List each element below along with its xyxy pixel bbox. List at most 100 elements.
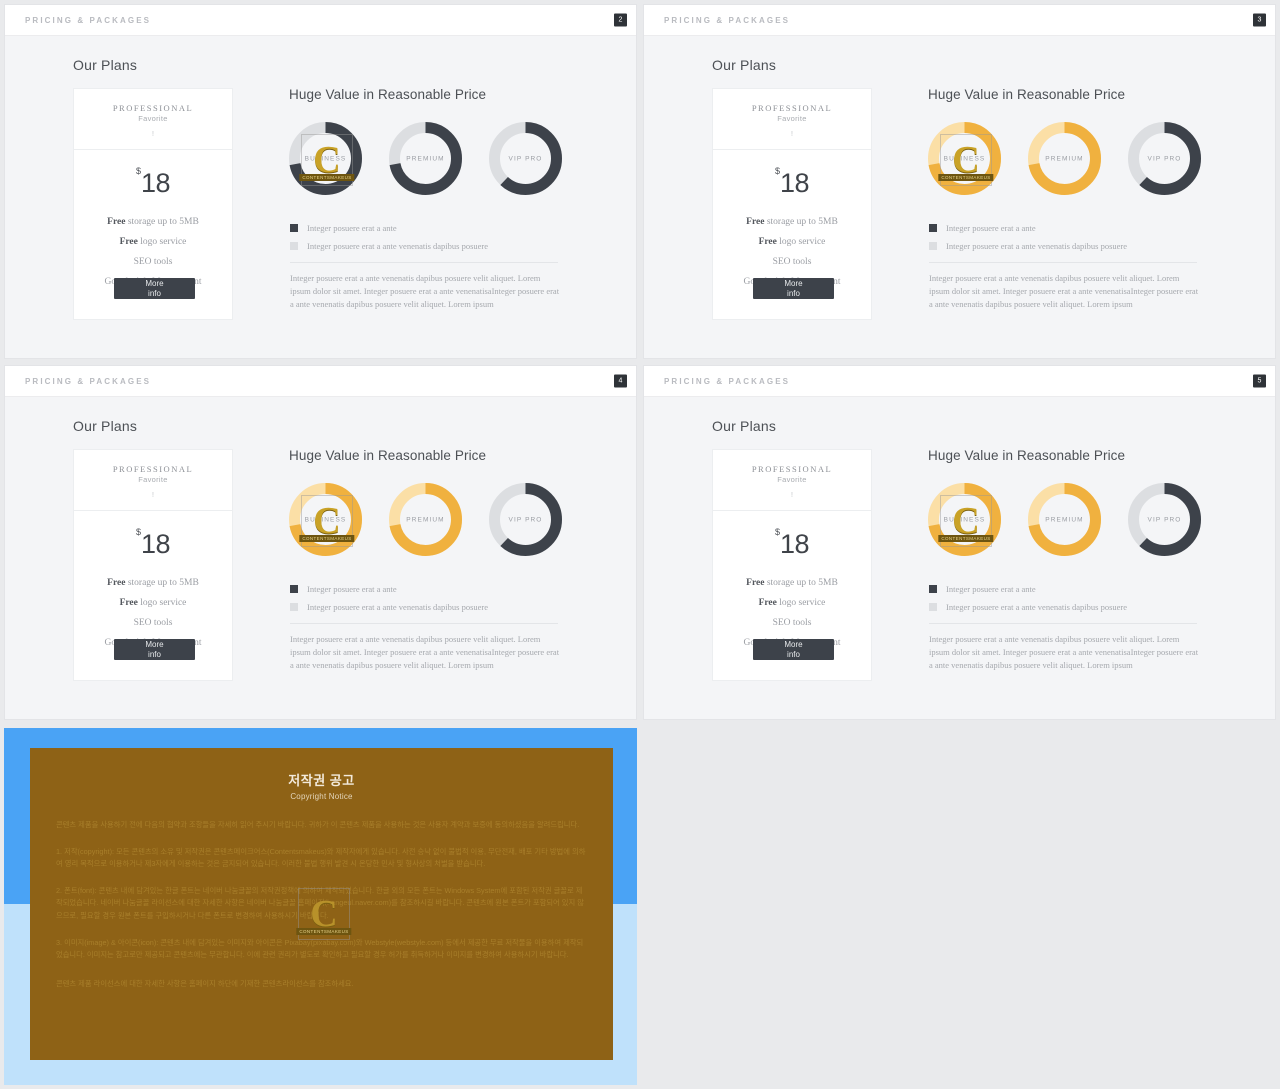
- pricing-card[interactable]: PROFESSIONAL Favorite ! $18 Free storage…: [712, 88, 872, 320]
- price-block: $18: [74, 511, 232, 560]
- panel-title: PRICING & PACKAGES: [25, 376, 152, 386]
- more-info-line2: info: [148, 649, 161, 659]
- more-info-button[interactable]: More info: [753, 639, 834, 660]
- donut-chart-premium[interactable]: PREMIUM: [383, 116, 468, 201]
- donut-chart-group: BUSINESS PREMIUM VIP PRO: [283, 477, 568, 562]
- copyright-subtitle: Copyright Notice: [290, 792, 353, 801]
- feature-item: SEO tools: [772, 618, 812, 628]
- feature-item: Free storage up to 5MB: [746, 217, 838, 227]
- slide-number-badge: 3: [1253, 13, 1266, 27]
- slide-panel-4[interactable]: PRICING & PACKAGES 4 Our Plans PROFESSIO…: [4, 365, 637, 720]
- donut-chart-vip-pro[interactable]: VIP PRO: [483, 116, 568, 201]
- more-info-line1: More: [784, 279, 803, 288]
- donut-chart-business[interactable]: BUSINESS: [922, 116, 1007, 201]
- copyright-last-line: 콘텐츠 제품 라이선스에 대한 자세한 사항은 홈페이지 하단에 기재한 콘텐츠…: [56, 978, 354, 988]
- donut-label: VIP PRO: [1147, 155, 1182, 162]
- slide-number-badge: 5: [1253, 374, 1266, 388]
- description-paragraph: Integer posuere erat a ante venenatis da…: [929, 634, 1199, 670]
- donut-chart-premium[interactable]: PREMIUM: [1022, 116, 1107, 201]
- panel-title: PRICING & PACKAGES: [25, 15, 152, 25]
- feature-list: Free storage up to 5MB Free logo service S…: [713, 217, 871, 287]
- feature-list: Free storage up to 5MB Free logo service S…: [713, 578, 871, 648]
- donut-chart-business[interactable]: BUSINESS: [283, 116, 368, 201]
- legend-label: Integer posuere erat a ante: [307, 584, 397, 594]
- donut-chart-business[interactable]: BUSINESS: [922, 477, 1007, 562]
- slide-panel-5[interactable]: PRICING & PACKAGES 5 Our Plans PROFESSIO…: [643, 365, 1276, 720]
- feature-item: Free storage up to 5MB: [107, 578, 199, 588]
- feature-item: Free storage up to 5MB: [107, 217, 199, 227]
- legend-row: Integer posuere erat a ante: [929, 223, 1127, 233]
- donut-label: BUSINESS: [943, 155, 986, 162]
- feature-strong: Free: [746, 578, 765, 588]
- price-block: $18: [74, 150, 232, 199]
- donut-chart-premium[interactable]: PREMIUM: [1022, 477, 1107, 562]
- legend-label: Integer posuere erat a ante venenatis da…: [946, 241, 1128, 251]
- slide-body: Our Plans PROFESSIONAL Favorite ! $18 Fr…: [5, 397, 636, 719]
- slide-number-badge: 2: [614, 13, 627, 27]
- donut-chart-vip-pro[interactable]: VIP PRO: [1122, 477, 1207, 562]
- our-plans-heading: Our Plans: [73, 418, 138, 434]
- panel-header: PRICING & PACKAGES 2: [5, 5, 636, 36]
- donut-label: VIP PRO: [508, 155, 543, 162]
- donut-label: BUSINESS: [943, 516, 986, 523]
- pricing-card[interactable]: PROFESSIONAL Favorite ! $18 Free storage…: [73, 449, 233, 681]
- copyright-lead: 콘텐츠 제품을 사용하기 전에 다음의 협약과 조항들을 자세히 읽어 주시기 …: [56, 820, 580, 829]
- donut-chart-vip-pro[interactable]: VIP PRO: [1122, 116, 1207, 201]
- feature-strong: Free: [107, 578, 126, 588]
- copyright-title: 저작권 공고: [288, 773, 355, 788]
- pricing-card[interactable]: PROFESSIONAL Favorite ! $18 Free storage…: [73, 88, 233, 320]
- plan-favorite-label: Favorite: [777, 114, 807, 123]
- more-info-button[interactable]: More info: [753, 278, 834, 299]
- copyright-item-1: 1. 저작(copyright): 모든 콘텐츠의 소유 및 저작권은 콘텐츠메…: [56, 846, 586, 869]
- plan-favorite-label: Favorite: [777, 475, 807, 484]
- chart-legend: Integer posuere erat a ante Integer posu…: [290, 584, 488, 620]
- legend-row: Integer posuere erat a ante venenatis da…: [929, 241, 1127, 251]
- donut-label: PREMIUM: [1045, 155, 1084, 162]
- more-info-line1: More: [784, 640, 803, 649]
- plan-divider-mark: !: [152, 492, 154, 499]
- legend-label: Integer posuere erat a ante: [946, 584, 1036, 594]
- slide-panel-2[interactable]: PRICING & PACKAGES 2 Our Plans PROFESSIO…: [4, 4, 637, 359]
- legend-swatch-icon: [290, 224, 298, 232]
- more-info-line1: More: [145, 279, 164, 288]
- legend-label: Integer posuere erat a ante venenatis da…: [307, 241, 489, 251]
- panel-title: PRICING & PACKAGES: [664, 376, 791, 386]
- price-amount: 18: [779, 529, 810, 559]
- donut-chart-vip-pro[interactable]: VIP PRO: [483, 477, 568, 562]
- legend-row: Integer posuere erat a ante: [290, 223, 488, 233]
- legend-label: Integer posuere erat a ante venenatis da…: [946, 602, 1128, 612]
- slide-panel-3[interactable]: PRICING & PACKAGES 3 Our Plans PROFESSIO…: [643, 4, 1276, 359]
- description-paragraph: Integer posuere erat a ante venenatis da…: [929, 273, 1199, 309]
- legend-row: Integer posuere erat a ante: [290, 584, 488, 594]
- plan-name: PROFESSIONAL: [751, 464, 833, 474]
- divider-rule: [290, 262, 558, 263]
- feature-strong: Free: [119, 598, 138, 608]
- feature-item: Free storage up to 5MB: [746, 578, 838, 588]
- legend-swatch-icon: [290, 242, 298, 250]
- more-info-button[interactable]: More info: [114, 639, 195, 660]
- chart-legend: Integer posuere erat a ante Integer posu…: [929, 223, 1127, 259]
- our-plans-heading: Our Plans: [73, 57, 138, 73]
- price-block: $18: [713, 511, 871, 560]
- donut-label: VIP PRO: [1147, 516, 1182, 523]
- section-title: Huge Value in Reasonable Price: [289, 87, 487, 102]
- panel-title: PRICING & PACKAGES: [664, 15, 791, 25]
- more-info-button[interactable]: More info: [114, 278, 195, 299]
- donut-label: PREMIUM: [406, 516, 445, 523]
- legend-swatch-icon: [929, 242, 937, 250]
- legend-row: Integer posuere erat a ante: [929, 584, 1127, 594]
- panel-header: PRICING & PACKAGES 3: [644, 5, 1275, 36]
- copyright-item-3: 3. 이미지(image) & 아이콘(icon): 콘텐츠 내에 담겨있는 이…: [56, 937, 584, 960]
- pricing-card[interactable]: PROFESSIONAL Favorite ! $18 Free storage…: [712, 449, 872, 681]
- chart-legend: Integer posuere erat a ante Integer posu…: [929, 584, 1127, 620]
- donut-label: VIP PRO: [508, 516, 543, 523]
- donut-chart-premium[interactable]: PREMIUM: [383, 477, 468, 562]
- slide-grid: PRICING & PACKAGES 2 Our Plans PROFESSIO…: [0, 0, 1280, 1089]
- legend-label: Integer posuere erat a ante venenatis da…: [307, 602, 489, 612]
- feature-strong: Free: [758, 237, 777, 247]
- pricing-card-header: PROFESSIONAL Favorite !: [713, 89, 871, 150]
- more-info-line1: More: [145, 640, 164, 649]
- donut-chart-business[interactable]: BUSINESS: [283, 477, 368, 562]
- pricing-card-header: PROFESSIONAL Favorite !: [713, 450, 871, 511]
- price-amount: 18: [140, 529, 171, 559]
